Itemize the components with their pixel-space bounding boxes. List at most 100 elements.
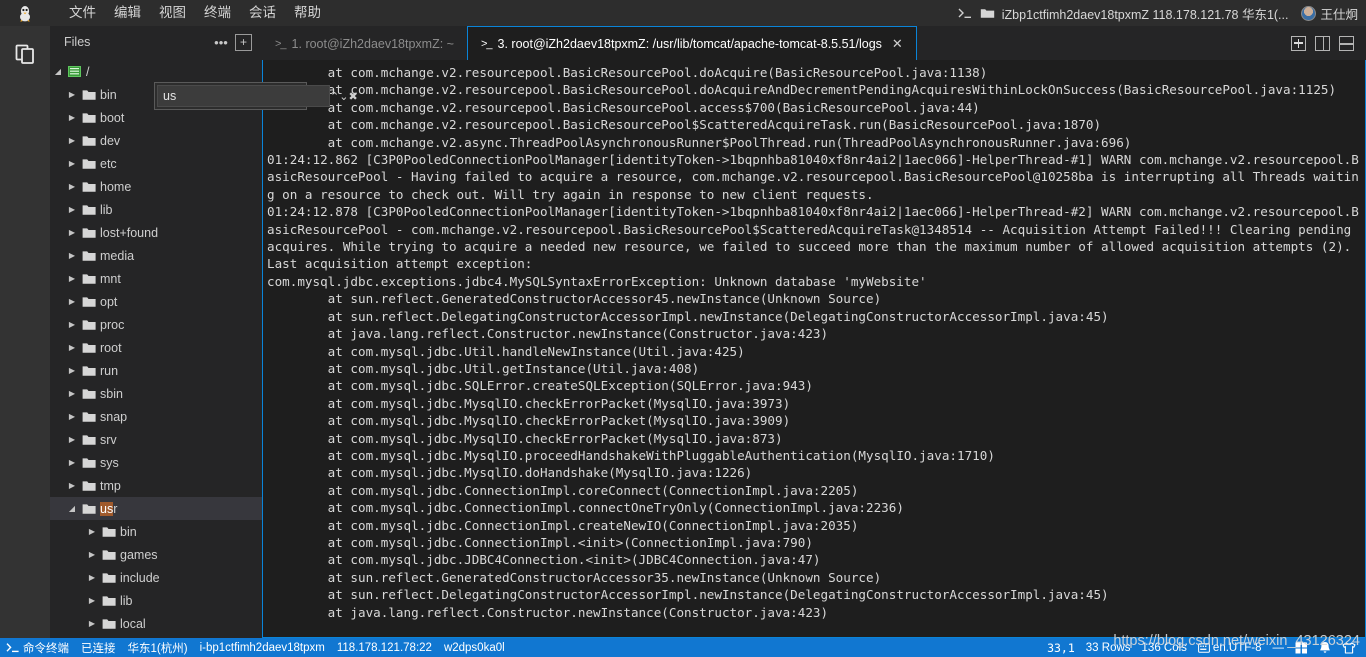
chevron-right-icon[interactable]: ▶ [84,550,100,559]
user-account[interactable]: 王仕炯 [1301,4,1358,23]
tab-session-1[interactable]: >_ 1. root@iZh2daev18tpxmZ: ~ [262,26,467,60]
status-terminal-mode-label: 命令终端 [23,642,69,655]
status-encoding[interactable]: en.UTF-8 [1198,642,1262,654]
status-host-port: 118.178.121.78:22 [336,641,432,654]
split-horizontal-button[interactable] [1339,35,1354,51]
search-input[interactable] [157,85,330,107]
tree-item-lib[interactable]: ▶ lib [50,198,262,221]
tab-session-3[interactable]: >_ 3. root@iZh2daev18tpxmZ: /usr/lib/tom… [466,26,917,60]
chevron-right-icon[interactable]: ▶ [84,619,100,628]
more-actions-icon[interactable]: ••• [211,32,231,52]
chevron-right-icon[interactable]: ▶ [64,481,80,490]
menu-help[interactable]: 帮助 [285,1,330,25]
terminal-output[interactable]: at com.mchange.v2.resourcepool.BasicReso… [263,60,1365,637]
tree-row-root[interactable]: ◢ / [50,60,262,83]
menu-view[interactable]: 视图 [150,1,195,25]
chevron-right-icon[interactable]: ▶ [64,366,80,375]
chevron-right-icon[interactable]: ▶ [64,343,80,352]
tree-item-sbin[interactable]: ▶ sbin [50,382,262,405]
tree-item-srv[interactable]: ▶ srv [50,428,262,451]
tree-item-lib[interactable]: ▶ lib [50,589,262,612]
tree-item-snap[interactable]: ▶ snap [50,405,262,428]
tree-item-usr[interactable]: ◢ usr [50,497,262,520]
tree-item-root[interactable]: ▶ root [50,336,262,359]
tree-item-tmp[interactable]: ▶ tmp [50,474,262,497]
terminal-line: at java.lang.reflect.Constructor.newInst… [267,326,829,342]
folder-icon [80,89,97,101]
tree-find-widget[interactable]: ⌃ ⌄ ✖ [154,82,358,110]
chevron-right-icon[interactable]: ▶ [64,412,80,421]
files-explorer-icon[interactable] [0,32,50,76]
notifications-bell-icon[interactable] [1319,641,1331,654]
tree-item-local[interactable]: ▶ local [50,612,262,635]
chevron-down-icon[interactable]: ◢ [50,67,66,76]
chevron-right-icon[interactable]: ▶ [64,136,80,145]
status-terminal-mode[interactable]: 命令终端 [6,640,69,656]
chevron-right-icon[interactable]: ▶ [64,251,80,260]
terminal-line: com.mysql.jdbc.exceptions.jdbc4.MySQLSyn… [267,273,927,289]
tree-item-home[interactable]: ▶ home [50,175,262,198]
terminal-line: at com.mysql.jdbc.Util.handleNewInstance… [267,343,745,359]
chevron-right-icon[interactable]: ▶ [64,205,80,214]
minimize-button[interactable]: — [1273,642,1285,654]
tree-item-proc[interactable]: ▶ proc [50,313,262,336]
menu-edit[interactable]: 编辑 [105,1,150,25]
connection-path: iZbp1ctfimh2daev18tpxmZ 118.178.121.78 华… [1001,7,1289,22]
tree-item-bin[interactable]: ▶ bin [50,520,262,543]
new-tab-button[interactable] [1291,35,1306,51]
chevron-right-icon[interactable]: ▶ [64,297,80,306]
tree-item-media[interactable]: ▶ media [50,244,262,267]
file-tree[interactable]: ◢ / ▶ bin ▶ boot ▶ dev ▶ etc ▶ home ▶ lib ▶ lost+foun… [50,58,262,638]
tree-item-etc[interactable]: ▶ etc [50,152,262,175]
chevron-down-icon[interactable]: ◢ [64,504,80,513]
split-vertical-button[interactable] [1315,35,1330,51]
tree-item-mnt[interactable]: ▶ mnt [50,267,262,290]
find-next-icon[interactable]: ⌄ [339,85,348,107]
chevron-right-icon[interactable]: ▶ [64,113,80,122]
tree-item-label: bin [120,524,137,539]
terminal-line: at com.mchange.v2.resourcepool.BasicReso… [267,117,1102,133]
tree-item-opt[interactable]: ▶ opt [50,290,262,313]
terminal-viewport[interactable]: at com.mchange.v2.resourcepool.BasicReso… [262,60,1366,638]
tree-item-games[interactable]: ▶ games [50,543,262,566]
tree-item-label: lib [100,202,113,217]
tree-item-label: lib [120,593,133,608]
chevron-right-icon[interactable]: ▶ [84,527,100,536]
folder-icon [80,296,97,308]
close-icon[interactable]: ✕ [892,36,903,52]
chevron-right-icon[interactable]: ▶ [64,320,80,329]
tree-item-sys[interactable]: ▶ sys [50,451,262,474]
chevron-right-icon[interactable]: ▶ [64,228,80,237]
tree-item-label: bin [100,87,117,102]
tree-item-label: mnt [100,271,121,286]
chevron-right-icon[interactable]: ▶ [64,389,80,398]
find-previous-icon[interactable]: ⌃ [330,85,339,107]
close-icon[interactable]: ✖ [348,85,357,107]
tree-item-label: proc [100,317,125,332]
chevron-right-icon[interactable]: ▶ [64,182,80,191]
chevron-right-icon[interactable]: ▶ [64,458,80,467]
folder-icon [80,342,97,354]
chevron-right-icon[interactable]: ▶ [64,90,80,99]
chevron-right-icon[interactable]: ▶ [64,159,80,168]
keyboard-icon [1198,642,1210,653]
menu-terminal[interactable]: 终端 [195,1,240,25]
tree-item-dev[interactable]: ▶ dev [50,129,262,152]
tree-item-lost-found[interactable]: ▶ lost+found [50,221,262,244]
folder-icon [80,388,97,400]
chevron-right-icon[interactable]: ▶ [64,435,80,444]
menu-file[interactable]: 文件 [60,1,105,25]
folder-icon [80,434,97,446]
menu-session[interactable]: 会话 [240,1,285,25]
user-name: 王仕炯 [1320,7,1358,22]
new-file-button[interactable]: + [235,33,252,51]
chevron-right-icon[interactable]: ▶ [84,596,100,605]
status-cursor-position: 33,1 [1047,640,1075,655]
tree-item-run[interactable]: ▶ run [50,359,262,382]
chevron-right-icon[interactable]: ▶ [84,573,100,582]
layout-grid-icon[interactable] [1295,642,1308,654]
shirt-icon[interactable] [1342,641,1356,654]
tree-item-include[interactable]: ▶ include [50,566,262,589]
chevron-right-icon[interactable]: ▶ [64,274,80,283]
folder-icon [80,112,97,124]
